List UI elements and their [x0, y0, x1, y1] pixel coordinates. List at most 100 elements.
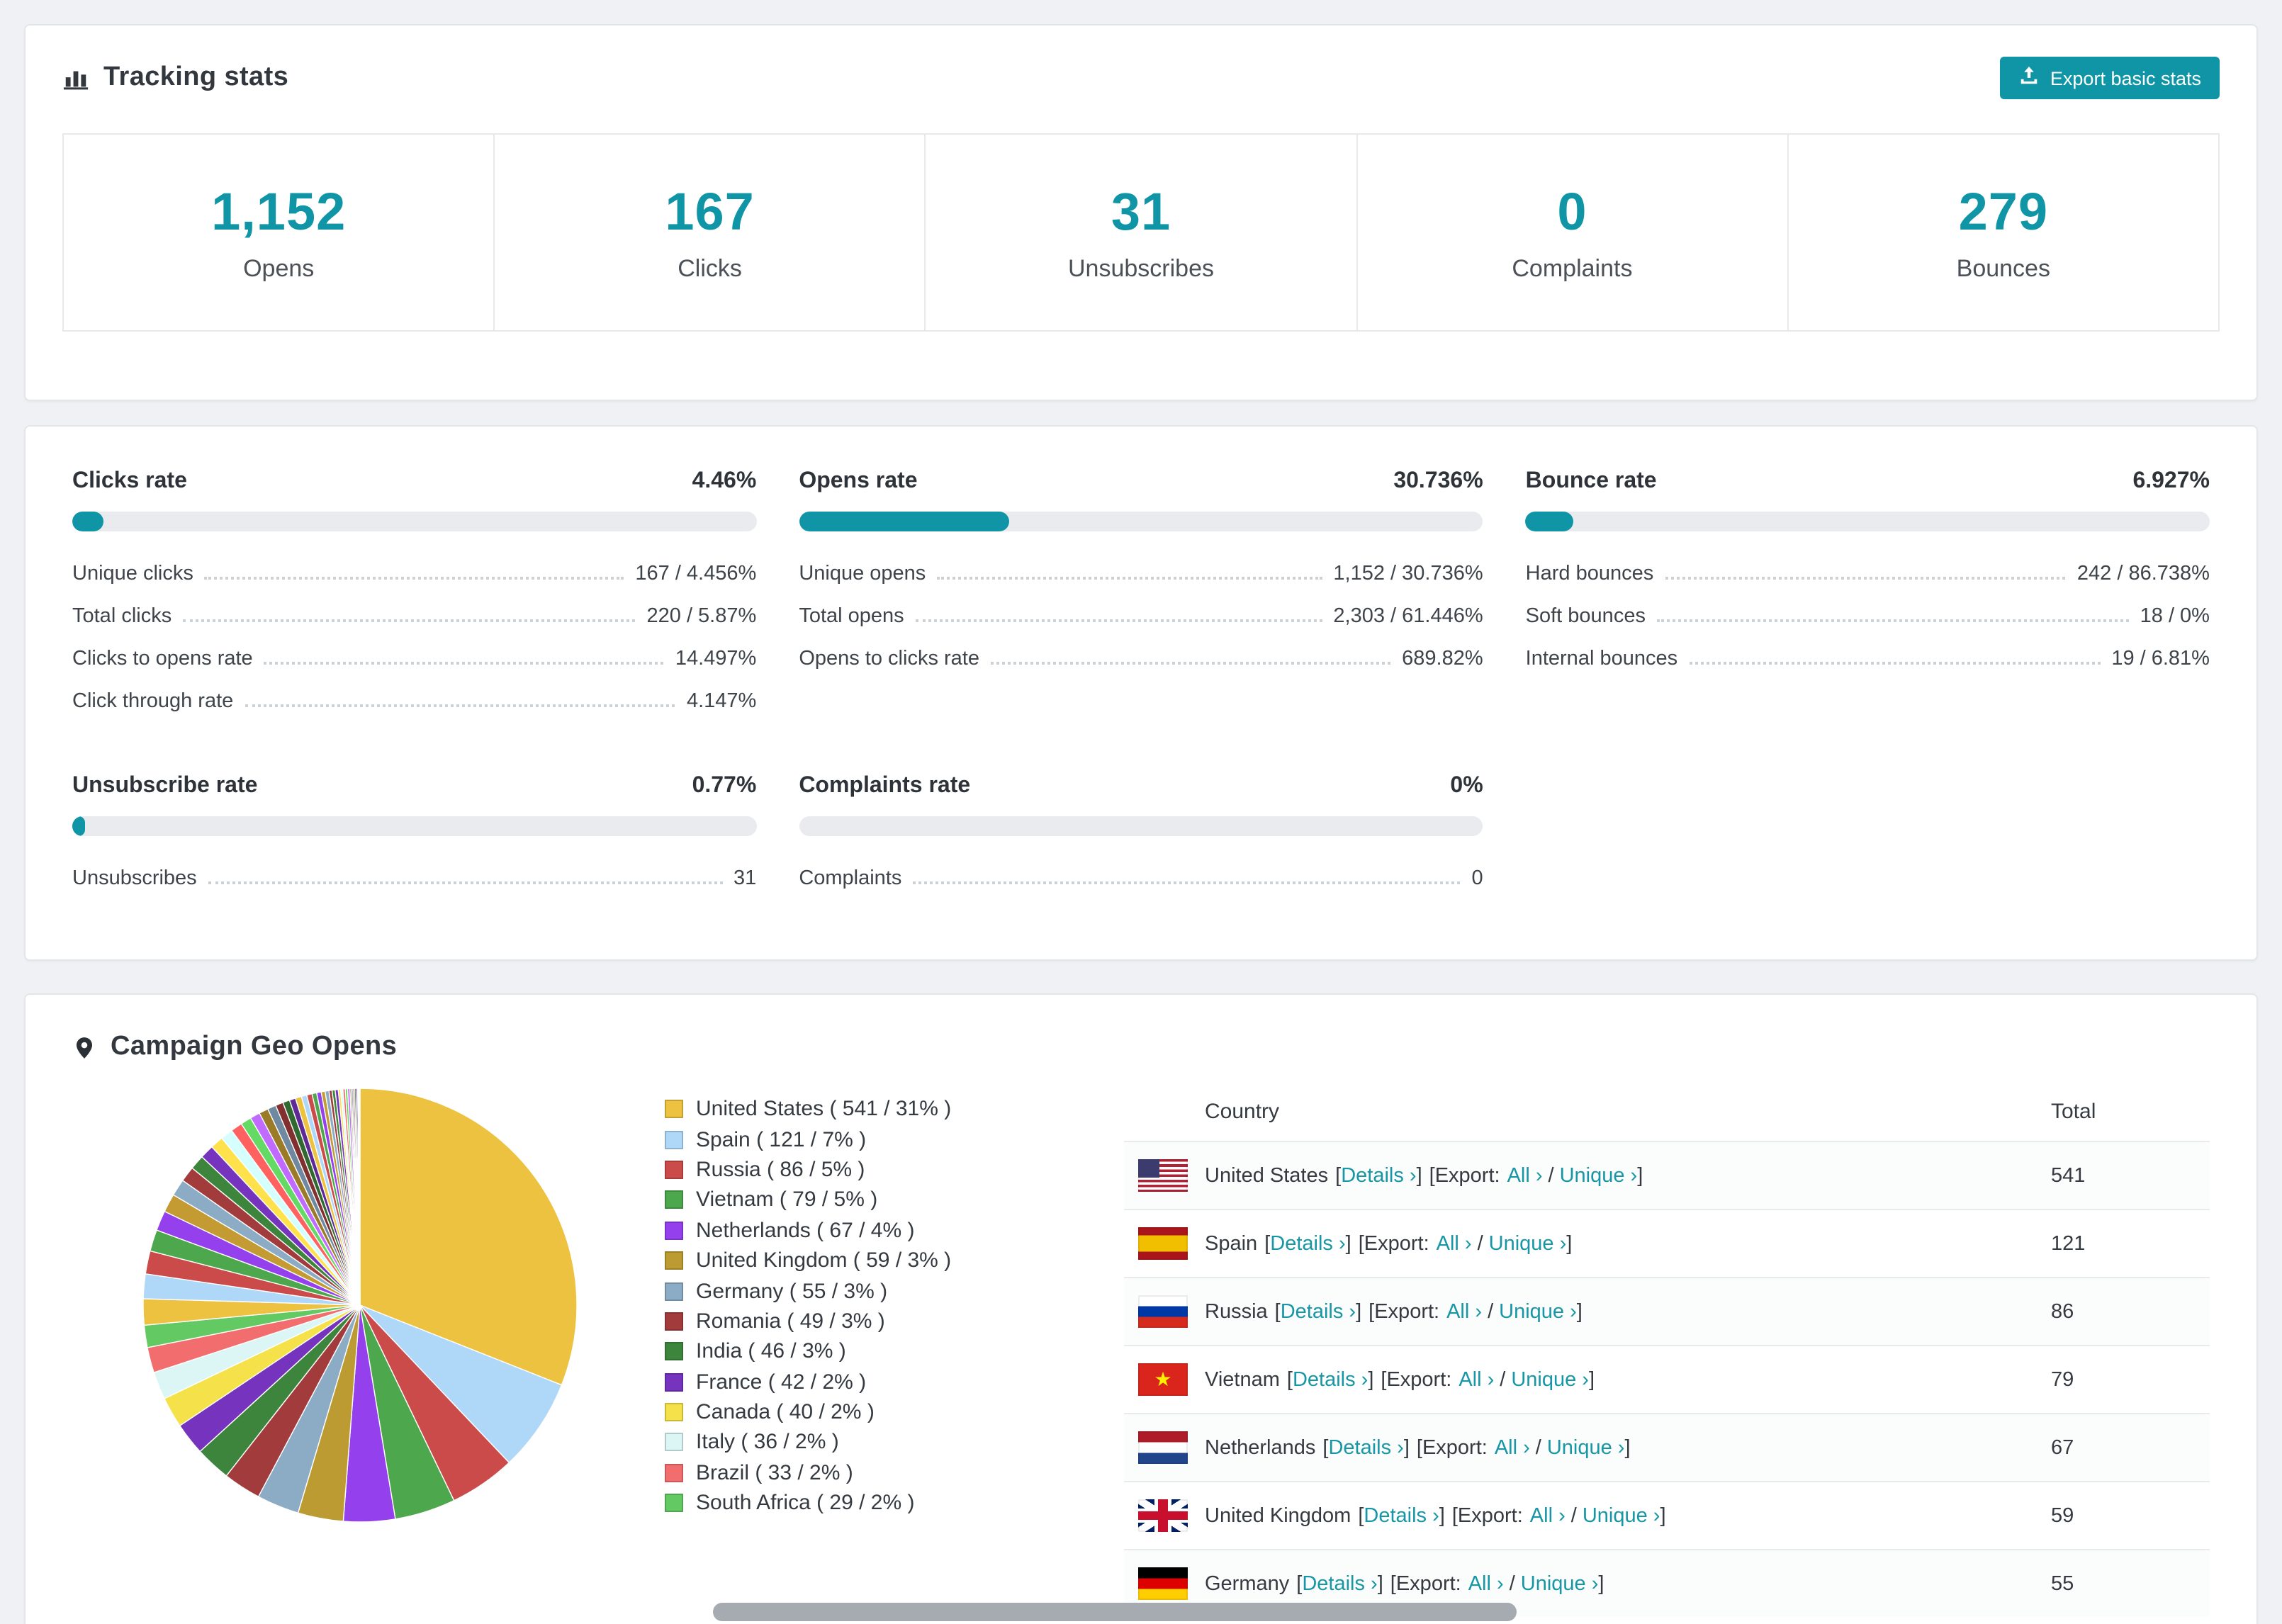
bracket-close: ]: [1377, 1572, 1383, 1595]
stat-value: 167: [665, 182, 755, 240]
rate-title: Bounce rate: [1525, 469, 1657, 493]
rate-title: Complaints rate: [799, 774, 971, 798]
horizontal-scrollbar-thumb[interactable]: [713, 1603, 1517, 1621]
export-all-link[interactable]: All ›: [1437, 1232, 1472, 1255]
details-link[interactable]: Details ›: [1270, 1232, 1345, 1255]
country-total: 541: [2051, 1164, 2086, 1187]
dotted-leader: [183, 619, 636, 622]
legend-color-swatch: [665, 1403, 683, 1422]
bracket-close: ]: [1576, 1300, 1583, 1323]
legend-color-swatch: [665, 1100, 683, 1119]
export-all-link[interactable]: All ›: [1530, 1504, 1566, 1527]
dotted-leader: [1656, 619, 2129, 622]
stats-row: 1,152 Opens 167 Clicks 31 Unsubscribes 0…: [62, 133, 2220, 332]
stat-label: Clicks: [678, 254, 742, 281]
dotted-leader: [990, 662, 1391, 665]
country-name: Vietnam: [1205, 1368, 1280, 1391]
dotted-leader: [208, 881, 723, 884]
export-unique-link[interactable]: Unique ›: [1499, 1300, 1577, 1323]
metric-label: Unique clicks: [72, 563, 193, 585]
country-column-header: Country: [1205, 1100, 1280, 1124]
geo-table-row: United Kingdom [Details ›] [Export: All › / U…: [1124, 1481, 2210, 1549]
bracket-close: ]: [1345, 1232, 1351, 1255]
rate-header: Clicks rate 4.46%: [72, 469, 756, 495]
rate-section: Unsubscribe rate 0.77% Unsubscribes 31: [72, 774, 757, 900]
details-link[interactable]: Details ›: [1341, 1164, 1416, 1187]
rate-rows: Unique opens 1,152 / 30.736% Total opens…: [799, 553, 1483, 680]
geo-table-row: Netherlands [Details ›] [Export: All › / Uniq…: [1124, 1413, 2210, 1481]
metric-label: Complaints: [799, 867, 902, 890]
legend-item: Germany ( 55 / 3% ): [665, 1276, 951, 1307]
stat-box: 167 Clicks: [493, 133, 926, 332]
geo-table-body: United States [Details ›] [Export: All › / Un…: [1124, 1141, 2210, 1617]
export-all-link[interactable]: All ›: [1495, 1436, 1530, 1459]
legend-item: United States ( 541 / 31% ): [665, 1094, 951, 1124]
details-link[interactable]: Details ›: [1328, 1436, 1403, 1459]
export-unique-link[interactable]: Unique ›: [1560, 1164, 1638, 1187]
export-prefix: Export:: [1422, 1436, 1488, 1459]
metric-label: Click through rate: [72, 690, 234, 713]
stat-label: Complaints: [1512, 254, 1633, 281]
legend-item: Italy ( 36 / 2% ): [665, 1428, 951, 1458]
tracking-stats-title-text: Tracking stats: [103, 62, 289, 92]
legend-label: United Kingdom ( 59 / 3% ): [696, 1248, 952, 1273]
rate-value: 30.736%: [1393, 469, 1483, 493]
export-unique-link[interactable]: Unique ›: [1511, 1368, 1589, 1391]
country-flag-icon: [1138, 1499, 1188, 1532]
export-all-link[interactable]: All ›: [1507, 1164, 1543, 1187]
country-flag-icon: [1138, 1159, 1188, 1192]
country-total: 55: [2051, 1572, 2074, 1595]
country-total: 79: [2051, 1368, 2074, 1391]
legend-item: South Africa ( 29 / 2% ): [665, 1488, 951, 1518]
metric-value: 19 / 6.81%: [2111, 648, 2210, 670]
country-name: Russia: [1205, 1300, 1268, 1323]
slash-separator: /: [1488, 1300, 1494, 1323]
stat-box: 0 Complaints: [1356, 133, 1789, 332]
legend-label: Brazil ( 33 / 2% ): [696, 1460, 853, 1485]
geo-table-header: Country Total: [1124, 1086, 2210, 1141]
legend-color-swatch: [665, 1433, 683, 1452]
metric-row: Clicks to opens rate 14.497%: [72, 638, 756, 680]
progress-bar: [799, 816, 1483, 836]
export-all-link[interactable]: All ›: [1458, 1368, 1494, 1391]
details-link[interactable]: Details ›: [1293, 1368, 1368, 1391]
progress-bar: [72, 512, 757, 531]
export-unique-link[interactable]: Unique ›: [1547, 1436, 1625, 1459]
country-flag-icon: [1138, 1431, 1188, 1464]
total-column-header: Total: [2051, 1100, 2096, 1124]
rates-card: Clicks rate 4.46% Unique clicks 167 / 4.…: [24, 425, 2258, 961]
rate-section: Bounce rate 6.927% Hard bounces 242 / 86…: [1525, 469, 2210, 723]
export-all-link[interactable]: All ›: [1446, 1300, 1482, 1323]
export-unique-link[interactable]: Unique ›: [1489, 1232, 1567, 1255]
export-unique-link[interactable]: Unique ›: [1583, 1504, 1660, 1527]
export-unique-link[interactable]: Unique ›: [1521, 1572, 1599, 1595]
geo-pie-chart: [140, 1086, 580, 1525]
progress-bar: [1525, 512, 2210, 531]
metric-label: Soft bounces: [1525, 605, 1646, 628]
legend-item: Vietnam ( 79 / 5% ): [665, 1185, 951, 1215]
country-cell: Vietnam [Details ›] [Export: All › / Unique ›…: [1205, 1368, 2051, 1391]
bracket-close: ]: [1356, 1300, 1362, 1323]
legend-label: Romania ( 49 / 3% ): [696, 1309, 885, 1333]
country-total: 59: [2051, 1504, 2074, 1527]
geo-opens-title: Campaign Geo Opens: [72, 1032, 397, 1063]
legend-item: United Kingdom ( 59 / 3% ): [665, 1246, 951, 1276]
details-link[interactable]: Details ›: [1302, 1572, 1377, 1595]
country-cell: Russia [Details ›] [Export: All › / Unique ›]: [1205, 1300, 2051, 1323]
export-all-link[interactable]: All ›: [1468, 1572, 1504, 1595]
metric-label: Clicks to opens rate: [72, 648, 253, 670]
details-link[interactable]: Details ›: [1364, 1504, 1439, 1527]
legend-color-swatch: [665, 1312, 683, 1331]
stat-value: 31: [1111, 182, 1171, 240]
legend-color-swatch: [665, 1372, 683, 1392]
legend-item: Spain ( 121 / 7% ): [665, 1124, 951, 1155]
bracket-open: [: [1390, 1572, 1396, 1595]
metric-row: Complaints 0: [799, 857, 1483, 900]
details-link[interactable]: Details ›: [1281, 1300, 1356, 1323]
rate-section: Complaints rate 0% Complaints 0: [799, 774, 1483, 900]
rate-header: Complaints rate 0%: [799, 774, 1483, 799]
metric-label: Unsubscribes: [72, 867, 197, 890]
metric-row: Internal bounces 19 / 6.81%: [1526, 638, 2210, 680]
legend-label: Netherlands ( 67 / 4% ): [696, 1218, 915, 1243]
export-basic-stats-button[interactable]: Export basic stats: [2000, 57, 2220, 99]
